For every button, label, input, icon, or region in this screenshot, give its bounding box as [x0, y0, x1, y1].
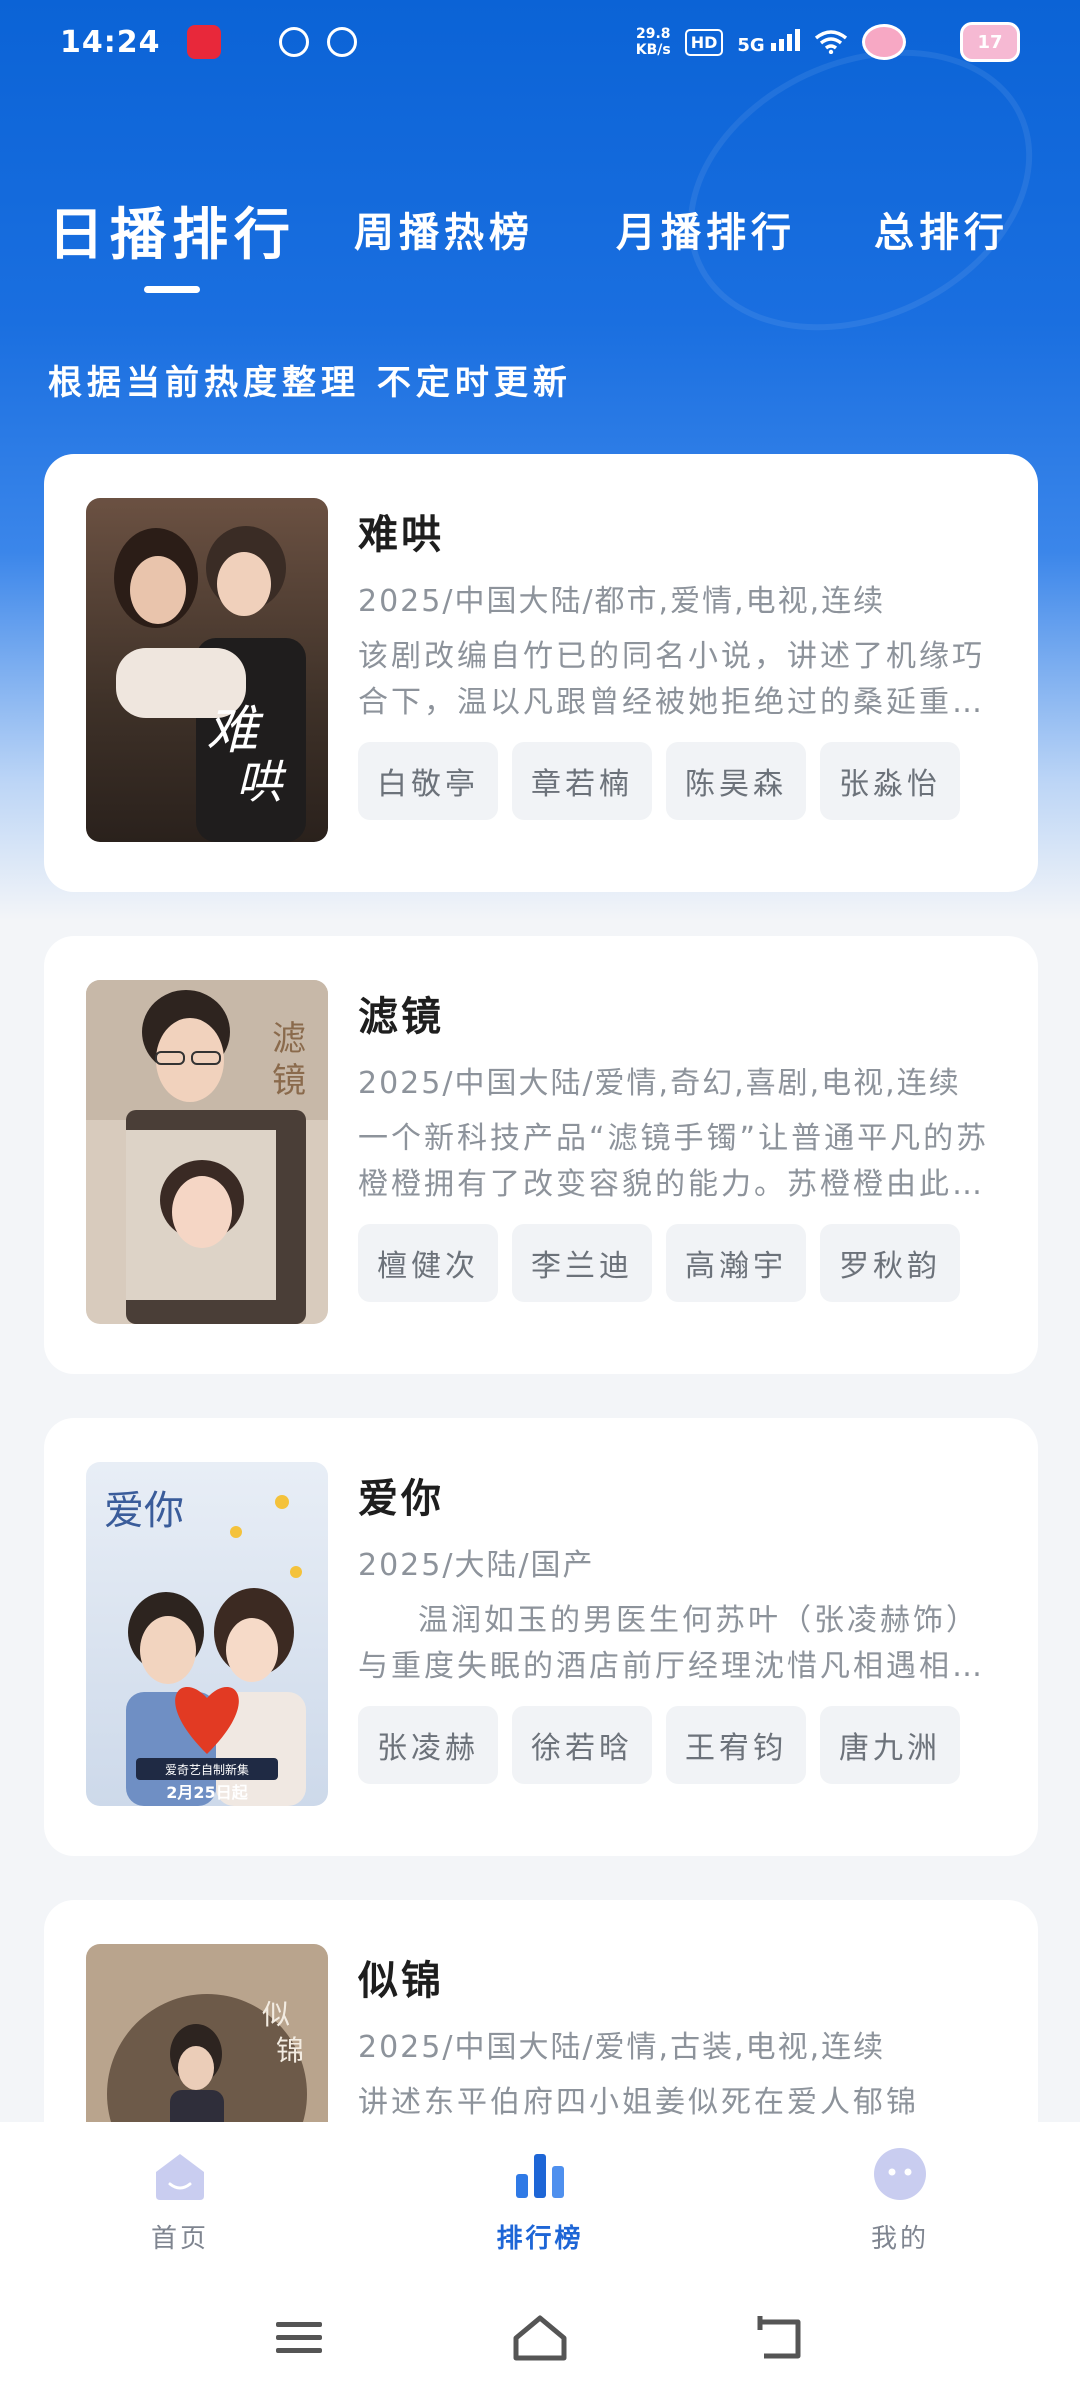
poster-date: 2月25日起 — [166, 1783, 248, 1802]
profile-face-icon — [874, 2148, 926, 2200]
drama-poster[interactable]: 难 哄 — [86, 498, 328, 842]
cast-chip[interactable]: 檀健次 — [358, 1224, 498, 1302]
hd-badge: HD — [684, 28, 724, 56]
poster-caption: 爱奇艺自制新集 — [165, 1762, 249, 1777]
pig-status-icon — [862, 24, 906, 60]
drama-title[interactable]: 似锦 — [358, 1948, 444, 2006]
network-speed: 29.8 KB/s — [636, 26, 671, 58]
bar-chart-icon — [516, 2154, 564, 2198]
poster-image: 难 哄 — [86, 498, 328, 842]
svg-text:似: 似 — [262, 1998, 290, 2031]
drama-description: 温润如玉的男医生何苏叶（张凌赫饰）与重度失眠的酒店前厅经理沈惜凡相遇相知的故事 — [358, 1603, 985, 1684]
svg-text:滤: 滤 — [272, 1019, 306, 1059]
wifi-icon — [814, 30, 848, 54]
status-time: 14:24 — [60, 24, 161, 60]
network-speed-unit: KB/s — [635, 42, 671, 58]
system-navigation-bar — [0, 2278, 1080, 2400]
cloud-icon — [278, 27, 309, 57]
battery-icon: 17 — [960, 22, 1020, 62]
notification-app-icon — [186, 25, 221, 59]
poster-image: 爱你 爱奇艺自制新集 2月25日起 — [86, 1462, 328, 1806]
drama-description: 该剧改编自竹已的同名小说，讲述了机缘巧合下，温以凡跟曾经被她拒绝过的桑延重逢的故… — [358, 639, 985, 720]
drama-poster[interactable]: 滤 镜 — [86, 980, 328, 1324]
nav-profile-label: 我的 — [870, 2224, 929, 2254]
cast-list: 白敬亭 章若楠 陈昊森 张淼怡 — [358, 742, 960, 820]
network-type-label: 5G — [737, 34, 765, 56]
cast-chip[interactable]: 张淼怡 — [820, 742, 960, 820]
status-bar: 14:24 29.8 KB/s HD 5G 17 — [0, 0, 1080, 84]
signal-icon: 5G — [737, 28, 800, 56]
tab-daily[interactable]: 日播排行 — [48, 190, 296, 271]
drama-description: 讲述东平伯府四小姐姜似死在爱人郁锦 — [358, 2085, 919, 2120]
home-icon[interactable] — [510, 2312, 570, 2364]
cast-chip[interactable]: 张凌赫 — [358, 1706, 498, 1784]
cast-chip[interactable]: 王宥钧 — [666, 1706, 806, 1784]
ranking-tabs: 日播排行 周播热榜 月播排行 总排行 — [48, 180, 1048, 300]
nav-home-label: 首页 — [150, 2224, 209, 2254]
drama-meta: 2025/中国大陆/都市,爱情,电视,连续 — [358, 584, 886, 619]
svg-text:哄: 哄 — [236, 755, 287, 809]
cast-list: 张凌赫 徐若晗 王宥钧 唐九洲 — [358, 1706, 960, 1784]
pause-circle-icon — [326, 27, 357, 57]
tab-weekly[interactable]: 周播热榜 — [354, 200, 534, 258]
cast-chip[interactable]: 高瀚宇 — [666, 1224, 806, 1302]
cast-chip[interactable]: 陈昊森 — [666, 742, 806, 820]
nav-ranking[interactable]: 排行榜 — [460, 2146, 620, 2255]
cast-chip[interactable]: 章若楠 — [512, 742, 652, 820]
page-subtitle: 根据当前热度整理 不定时更新 — [48, 363, 572, 403]
network-speed-value: 29.8 — [635, 26, 671, 42]
svg-text:镜: 镜 — [272, 1061, 306, 1101]
nav-ranking-label: 排行榜 — [496, 2224, 584, 2254]
drama-title[interactable]: 爱你 — [358, 1466, 444, 1524]
ranking-page: 14:24 29.8 KB/s HD 5G 17 日播排行 周播热榜 月播排行 … — [0, 0, 1080, 2400]
drama-card[interactable]: 难 哄 难哄 2025/中国大陆/都市,爱情,电视,连续 该剧改编自竹已的同名小… — [44, 454, 1038, 892]
drama-title[interactable]: 难哄 — [358, 502, 444, 560]
bottom-navigation: 首页 排行榜 我的 — [0, 2122, 1080, 2278]
drama-card[interactable]: 滤 镜 滤镜 2025/中国大陆/爱情,奇幻,喜剧,电视,连续 一个新科技产品“… — [44, 936, 1038, 1374]
home-face-icon — [156, 2154, 204, 2200]
drama-poster[interactable]: 爱你 爱奇艺自制新集 2月25日起 — [86, 1462, 328, 1806]
cast-chip[interactable]: 李兰迪 — [512, 1224, 652, 1302]
tab-active-indicator — [144, 286, 200, 293]
nav-profile[interactable]: 我的 — [820, 2146, 980, 2255]
drama-card[interactable]: 爱你 爱奇艺自制新集 2月25日起 爱你 2025/大陆/国产 温润如玉的男医生… — [44, 1418, 1038, 1856]
menu-icon[interactable] — [270, 2312, 330, 2364]
cast-chip[interactable]: 罗秋韵 — [820, 1224, 960, 1302]
nav-home[interactable]: 首页 — [100, 2146, 260, 2255]
cast-chip[interactable]: 白敬亭 — [358, 742, 498, 820]
tab-overall[interactable]: 总排行 — [874, 200, 1009, 258]
notification-icons — [278, 27, 357, 57]
svg-text:爱你: 爱你 — [104, 1488, 184, 1534]
status-indicators: 29.8 KB/s HD 5G 17 — [636, 22, 1020, 62]
tab-monthly[interactable]: 月播排行 — [616, 200, 796, 258]
cast-chip[interactable]: 唐九洲 — [820, 1706, 960, 1784]
drama-title[interactable]: 滤镜 — [358, 984, 444, 1042]
cast-list: 檀健次 李兰迪 高瀚宇 罗秋韵 — [358, 1224, 960, 1302]
drama-meta: 2025/中国大陆/爱情,古装,电视,连续 — [358, 2030, 886, 2065]
svg-text:锦: 锦 — [276, 2034, 304, 2067]
poster-image: 滤 镜 — [86, 980, 328, 1324]
svg-text:难: 难 — [206, 701, 264, 761]
back-icon[interactable] — [750, 2312, 810, 2364]
drama-meta: 2025/中国大陆/爱情,奇幻,喜剧,电视,连续 — [358, 1066, 961, 1101]
drama-meta: 2025/大陆/国产 — [358, 1548, 595, 1583]
drama-description: 一个新科技产品“滤镜手镯”让普通平凡的苏橙橙拥有了改变容貌的能力。苏橙橙由此开启… — [358, 1121, 990, 1202]
cast-chip[interactable]: 徐若晗 — [512, 1706, 652, 1784]
